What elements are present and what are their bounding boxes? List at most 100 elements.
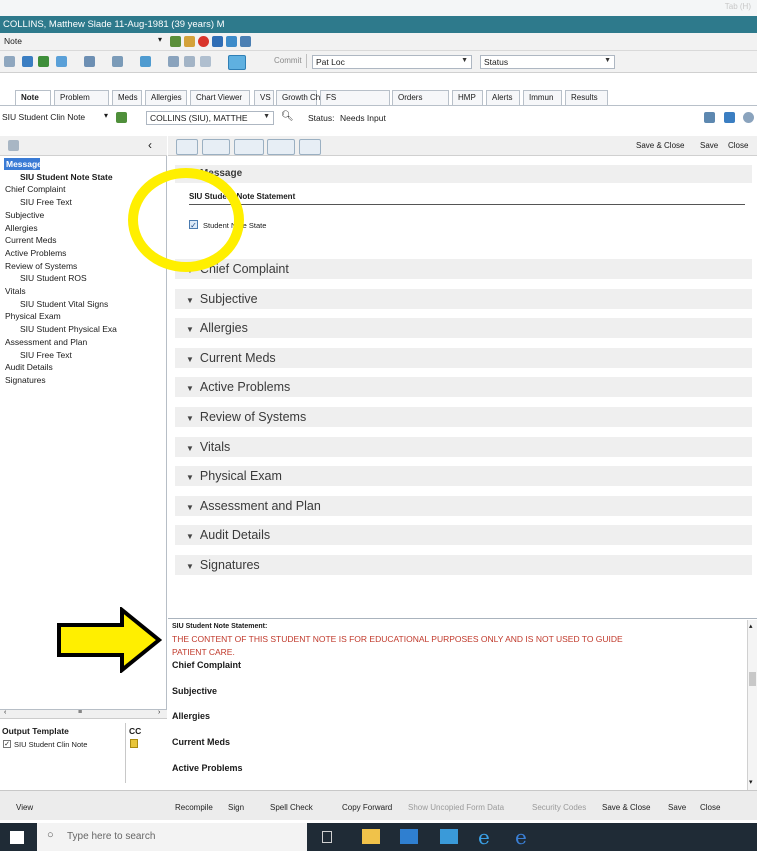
- section-allergies[interactable]: ▼ Allergies: [175, 318, 752, 339]
- save-icon[interactable]: [22, 56, 33, 67]
- search-icon[interactable]: 🔍︎: [281, 111, 294, 122]
- tab-alerts[interactable]: Alerts: [486, 90, 520, 105]
- nav-scrollbar[interactable]: ‹ ≡ ›: [0, 709, 167, 719]
- nav-item[interactable]: SIU Student ROS: [0, 272, 166, 284]
- alert-icon[interactable]: [198, 36, 209, 47]
- nav-item[interactable]: SIU Student Vital Signs: [0, 298, 166, 310]
- security-codes-button[interactable]: Security Codes: [532, 803, 586, 812]
- taskbar-search-box[interactable]: ○ Type here to search: [37, 823, 307, 851]
- chevron-down-icon[interactable]: ▾: [104, 111, 108, 120]
- scroll-right-icon[interactable]: ›: [158, 709, 160, 716]
- patient-select[interactable]: COLLINS (SIU), MATTHE ▼: [146, 111, 274, 125]
- section-signatures[interactable]: ▼ Signatures: [175, 555, 752, 575]
- checklist-icon[interactable]: [724, 112, 735, 123]
- scroll-left-icon[interactable]: ‹: [4, 709, 6, 716]
- commit-button[interactable]: Commit: [274, 56, 302, 65]
- nav-item[interactable]: SIU Student Physical Exa: [0, 323, 166, 335]
- nav-item[interactable]: SIU Student Note State: [0, 171, 166, 183]
- info-icon[interactable]: [212, 36, 223, 47]
- section-chief-complaint[interactable]: ▼ Chief Complaint: [175, 259, 752, 279]
- dollar-icon[interactable]: [267, 139, 295, 155]
- tab-hmp[interactable]: HMP: [452, 90, 483, 105]
- document-icon[interactable]: [184, 36, 195, 47]
- section-assessment-and-plan[interactable]: ▼ Assessment and Plan: [175, 495, 752, 516]
- options-icon[interactable]: [743, 112, 754, 123]
- app-icon[interactable]: [400, 829, 418, 844]
- show-uncopied-button[interactable]: Show Uncopied Form Data: [408, 803, 504, 812]
- internet-explorer-icon[interactable]: e: [515, 825, 527, 849]
- tree-icon[interactable]: [8, 140, 19, 151]
- save-button[interactable]: Save: [700, 141, 718, 150]
- template-icon[interactable]: [176, 139, 198, 155]
- section-review-of-systems[interactable]: ▼ Review of Systems: [175, 407, 752, 427]
- stethoscope-icon[interactable]: [56, 56, 67, 67]
- section-current-meds[interactable]: ▼ Current Meds: [175, 347, 752, 368]
- nav-item[interactable]: SIU Free Text: [0, 349, 166, 361]
- chevron-left-icon[interactable]: ‹: [148, 138, 152, 152]
- page-icon[interactable]: [200, 56, 211, 67]
- section-subjective[interactable]: ▼ Subjective: [175, 288, 752, 309]
- form-icon[interactable]: [84, 56, 95, 67]
- section-active-problems[interactable]: ▼ Active Problems: [175, 377, 752, 398]
- scroll-up-icon[interactable]: ▴: [749, 622, 753, 630]
- tab-results[interactable]: Results: [565, 90, 608, 105]
- tab-note[interactable]: Note: [15, 90, 51, 105]
- nav-item[interactable]: Review of Systems: [0, 260, 166, 272]
- spell-check-button[interactable]: Spell Check: [270, 803, 313, 812]
- preview-scrollbar[interactable]: ▴ ▾: [747, 620, 757, 790]
- forward-icon[interactable]: [184, 56, 195, 67]
- recompile-button[interactable]: Recompile: [175, 803, 213, 812]
- save-close-button[interactable]: Save & Close: [636, 141, 684, 150]
- close-bottom-button[interactable]: Close: [700, 803, 720, 812]
- app-icon[interactable]: [440, 829, 458, 844]
- output-checkbox[interactable]: ✓: [3, 740, 11, 748]
- nav-item[interactable]: Signatures: [0, 374, 166, 386]
- tab-growth-chart[interactable]: Growth Chart: [276, 90, 330, 105]
- tab-chart-viewer[interactable]: Chart Viewer: [190, 90, 250, 105]
- cc-flag-icon[interactable]: [130, 739, 138, 748]
- export-icon[interactable]: [704, 112, 715, 123]
- section-message[interactable]: ▲ Message: [175, 165, 752, 183]
- nav-item[interactable]: Audit Details: [0, 361, 166, 373]
- calendar-icon[interactable]: [240, 36, 251, 47]
- section-audit-details[interactable]: ▼ Audit Details: [175, 525, 752, 546]
- pat-loc-select[interactable]: Pat Loc ▼: [312, 55, 472, 69]
- copy-forward-button[interactable]: Copy Forward: [342, 803, 392, 812]
- image-icon[interactable]: [234, 139, 264, 155]
- file-explorer-icon[interactable]: [362, 829, 380, 844]
- section-physical-exam[interactable]: ▼ Physical Exam: [175, 466, 752, 487]
- new-icon[interactable]: [4, 56, 15, 67]
- tab-vs[interactable]: VS: [254, 90, 274, 105]
- refresh-icon[interactable]: [170, 36, 181, 47]
- tab-allergies[interactable]: Allergies: [145, 90, 187, 105]
- tree-icon[interactable]: [228, 55, 246, 70]
- save-close-bottom-button[interactable]: Save & Close: [602, 803, 650, 812]
- grid-icon[interactable]: [226, 36, 237, 47]
- nav-item[interactable]: Message: [4, 158, 40, 170]
- scroll-thumb[interactable]: [749, 672, 756, 686]
- tab-meds[interactable]: Meds: [112, 90, 142, 105]
- scroll-down-icon[interactable]: ▾: [749, 778, 753, 786]
- copy-template-icon[interactable]: [202, 139, 230, 155]
- output-template-item[interactable]: SIU Student Clin Note: [14, 740, 87, 749]
- tab-orders[interactable]: Orders: [392, 90, 449, 105]
- task-view-icon[interactable]: [322, 831, 332, 843]
- nav-item[interactable]: Vitals: [0, 285, 166, 297]
- windows-start-icon[interactable]: [10, 831, 24, 844]
- clipboard-icon[interactable]: [38, 56, 49, 67]
- tab-immun[interactable]: Immun: [523, 90, 562, 105]
- edge-browser-icon[interactable]: e: [478, 825, 490, 849]
- sign-button[interactable]: Sign: [228, 803, 244, 812]
- nav-item[interactable]: Physical Exam: [0, 310, 166, 322]
- report-icon[interactable]: [112, 56, 123, 67]
- refresh-icon[interactable]: [116, 112, 127, 123]
- person-icon[interactable]: [140, 56, 151, 67]
- tab-fs[interactable]: FS: [320, 90, 390, 105]
- copy-icon[interactable]: [168, 56, 179, 67]
- note-type-select[interactable]: SIU Student Clin Note: [2, 112, 85, 122]
- scroll-thumb-icon[interactable]: ≡: [78, 709, 82, 716]
- tab-problem[interactable]: Problem: [54, 90, 109, 105]
- close-button[interactable]: Close: [728, 141, 748, 150]
- save-bottom-button[interactable]: Save: [668, 803, 686, 812]
- dropdown-arrow-icon[interactable]: ▾: [158, 35, 162, 44]
